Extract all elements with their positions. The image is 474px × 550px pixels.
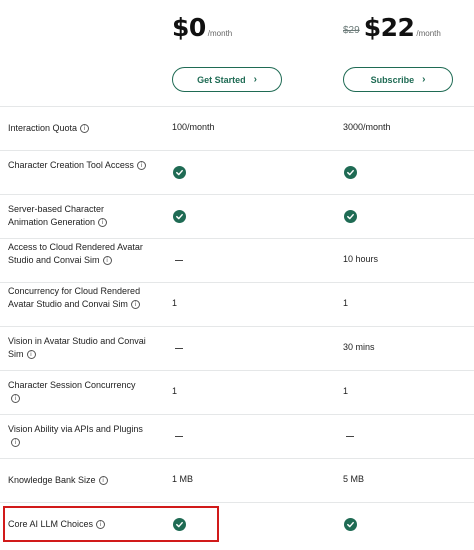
feature-label-text: Access to Cloud Rendered Avatar Studio a… xyxy=(8,241,143,265)
subscribe-button[interactable]: Subscribe › xyxy=(343,67,453,92)
dash-icon xyxy=(346,436,354,437)
paid-plan-period: /month xyxy=(416,29,441,38)
feature-label-text: Vision Ability via APIs and Plugins xyxy=(8,424,143,434)
chevron-right-icon: › xyxy=(253,73,257,85)
feature-label: Vision Ability via APIs and Plugins i xyxy=(8,423,146,449)
info-icon[interactable]: i xyxy=(98,475,108,485)
feature-value: 1 xyxy=(172,298,178,308)
feature-label: Interaction Quota i xyxy=(8,122,146,135)
feature-row xyxy=(0,150,474,194)
feature-value: 5 MB xyxy=(343,474,365,484)
feature-value: 1 xyxy=(343,386,349,396)
highlight-box xyxy=(3,506,219,542)
feature-value: 30 mins xyxy=(343,342,375,352)
feature-label-text: Interaction Quota xyxy=(8,122,78,133)
feature-label: Character Creation Tool Access i xyxy=(8,159,146,172)
feature-label: Access to Cloud Rendered Avatar Studio a… xyxy=(8,241,146,267)
feature-value: 100/month xyxy=(172,122,215,132)
feature-label-text: Character Session Concurrency xyxy=(8,380,136,390)
get-started-label: Get Started xyxy=(197,74,246,85)
feature-label-text: Knowledge Bank Size xyxy=(8,474,96,485)
feature-label: Server-based Character Animation Generat… xyxy=(8,203,146,229)
info-icon[interactable]: i xyxy=(11,438,20,448)
check-circle-icon xyxy=(344,209,357,223)
info-icon[interactable]: i xyxy=(98,218,108,228)
paid-plan-original-price: $29 xyxy=(343,25,360,36)
free-plan-period: /month xyxy=(207,29,233,38)
feature-value: 1 xyxy=(343,298,349,308)
feature-label-text: Character Creation Tool Access xyxy=(8,160,134,170)
feature-value: 3000/month xyxy=(343,122,391,132)
check-circle-icon xyxy=(173,165,186,179)
feature-label: Vision in Avatar Studio and Convai Sim i xyxy=(8,335,146,361)
feature-value: 1 MB xyxy=(172,474,194,484)
feature-label-text: Concurrency for Cloud Rendered Avatar St… xyxy=(8,285,141,309)
feature-label: Character Session Concurrency i xyxy=(8,379,146,405)
free-plan-amount: $0 xyxy=(172,13,206,42)
info-icon[interactable]: i xyxy=(80,123,90,133)
check-circle-icon xyxy=(344,517,357,531)
check-circle-icon xyxy=(344,165,357,179)
dash-icon xyxy=(175,260,183,261)
feature-value: 10 hours xyxy=(343,254,379,264)
check-circle-icon xyxy=(173,209,186,223)
info-icon[interactable]: i xyxy=(26,350,36,360)
get-started-button[interactable]: Get Started › xyxy=(172,67,282,92)
paid-plan-price: $29 $22 /month xyxy=(343,12,441,40)
free-plan-price: $0 /month xyxy=(172,12,232,40)
feature-label-text: Server-based Character Animation Generat… xyxy=(8,204,105,227)
paid-plan-amount: $22 xyxy=(363,13,415,42)
feature-label: Concurrency for Cloud Rendered Avatar St… xyxy=(8,285,146,311)
info-icon[interactable]: i xyxy=(136,161,146,171)
info-icon[interactable]: i xyxy=(11,394,20,404)
feature-label: Knowledge Bank Size i xyxy=(8,474,146,487)
chevron-right-icon: › xyxy=(422,73,426,85)
dash-icon xyxy=(175,348,183,349)
subscribe-label: Subscribe xyxy=(370,74,415,85)
feature-value: 1 xyxy=(172,386,178,396)
info-icon[interactable]: i xyxy=(130,299,140,309)
dash-icon xyxy=(175,436,183,437)
info-icon[interactable]: i xyxy=(102,255,112,265)
